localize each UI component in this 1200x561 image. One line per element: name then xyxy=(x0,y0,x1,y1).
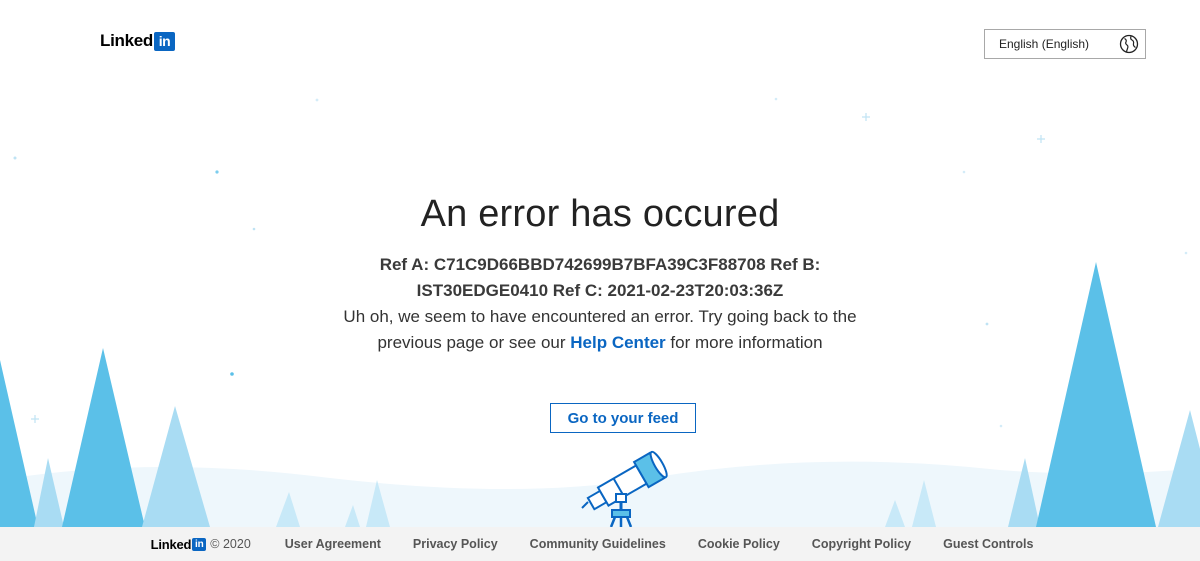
footer-link-cookie-policy[interactable]: Cookie Policy xyxy=(698,537,780,551)
footer: Linked in © 2020 User Agreement Privacy P… xyxy=(0,527,1200,561)
logo-in-badge: in xyxy=(154,31,175,51)
error-content: An error has occured Ref A: C71C9D66BBD7… xyxy=(0,190,1200,356)
footer-link-guest-controls[interactable]: Guest Controls xyxy=(943,537,1033,551)
footer-link-community-guidelines[interactable]: Community Guidelines xyxy=(530,537,666,551)
error-message: Uh oh, we seem to have encountered an er… xyxy=(340,304,860,356)
linkedin-logo[interactable]: Linked in xyxy=(100,31,175,51)
globe-icon xyxy=(1119,34,1139,54)
footer-logo-in-badge: in xyxy=(192,537,207,551)
error-reference-text: Ref A: C71C9D66BBD742699B7BFA39C3F88708 … xyxy=(379,255,821,300)
language-select-value: English (English) xyxy=(999,37,1090,51)
footer-links: User Agreement Privacy Policy Community … xyxy=(269,537,1050,551)
go-to-feed-button[interactable]: Go to your feed xyxy=(550,403,696,433)
footer-link-copyright-policy[interactable]: Copyright Policy xyxy=(812,537,911,551)
language-select[interactable]: English (English) xyxy=(984,29,1146,59)
footer-link-user-agreement[interactable]: User Agreement xyxy=(285,537,381,551)
page-title: An error has occured xyxy=(420,193,780,235)
footer-logo-text: Linked xyxy=(150,536,192,552)
footer-copyright: © 2020 xyxy=(210,537,251,551)
error-message-suffix: for more information xyxy=(665,333,823,352)
logo-text: Linked xyxy=(100,31,153,50)
help-center-link[interactable]: Help Center xyxy=(570,333,665,352)
error-page: Linked in English (English) An error has … xyxy=(0,0,1200,561)
footer-link-privacy-policy[interactable]: Privacy Policy xyxy=(413,537,498,551)
telescope-illustration xyxy=(581,450,668,528)
footer-linkedin-logo[interactable]: Linked in xyxy=(151,537,207,552)
